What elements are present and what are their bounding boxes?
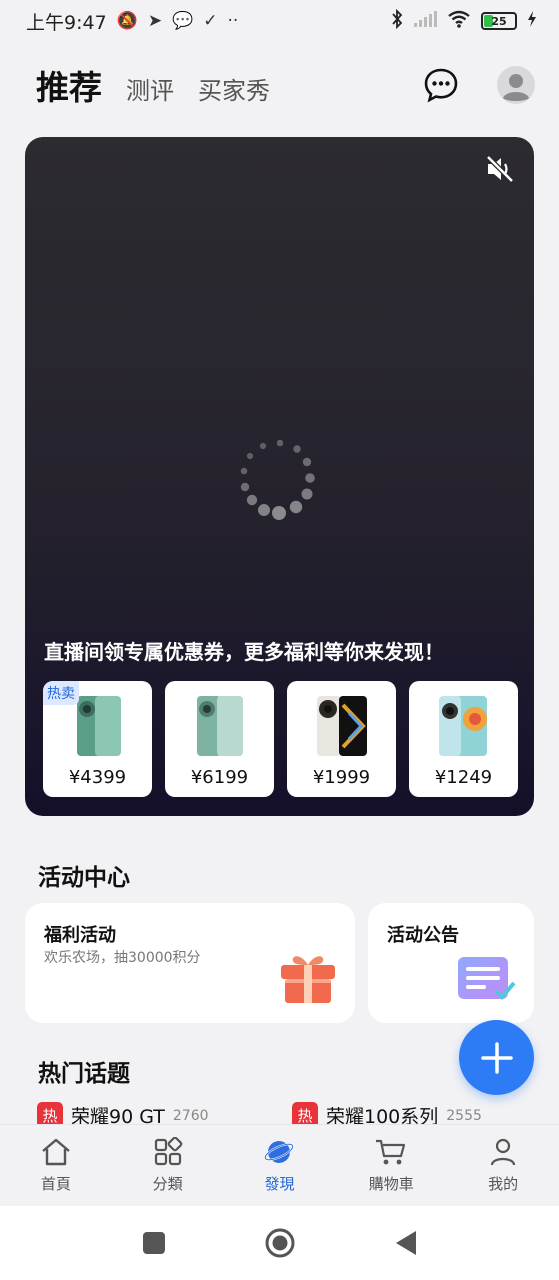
topic-name: 荣耀90 GT	[71, 1106, 165, 1124]
hot-badge: 热	[37, 1102, 63, 1124]
nav-home-label: 首頁	[40, 1175, 71, 1193]
phone-image	[438, 696, 487, 756]
nav-discover-label: 發現	[264, 1175, 295, 1193]
live-promo-text: 直播间领专属优惠券，更多福利等你来发现！	[44, 640, 444, 664]
charging-icon	[527, 10, 537, 32]
plus-icon	[480, 1041, 513, 1074]
wifi-icon	[447, 10, 471, 33]
activity-notice-title: 活动公告	[387, 925, 459, 946]
phone-image	[196, 696, 243, 756]
nav-category[interactable]: 分類	[118, 1125, 218, 1206]
welfare-activity-subtitle: 欢乐农场，抽30000积分	[44, 950, 201, 966]
phone-image	[316, 696, 367, 756]
bell-off-icon: 🔕	[116, 11, 138, 31]
avatar[interactable]	[497, 66, 535, 104]
loading-spinner-icon	[240, 439, 315, 520]
product-card[interactable]: ¥1999	[287, 681, 396, 797]
hot-badge: 热	[292, 1102, 318, 1124]
message-icon[interactable]	[423, 67, 459, 103]
status-time: 上午9:47	[26, 11, 107, 34]
top-header: 推荐 测评 买家秀	[36, 60, 535, 110]
topic-item[interactable]: 热 荣耀90 GT 2760	[37, 1102, 292, 1124]
product-price: ¥1999	[312, 767, 371, 788]
nav-discover[interactable]: 發現	[229, 1125, 329, 1206]
notice-icon	[458, 957, 516, 1000]
signal-icon	[413, 10, 437, 32]
product-price: ¥1249	[434, 767, 493, 788]
battery-icon: 25	[481, 12, 517, 30]
home-icon	[42, 1138, 70, 1166]
live-video-card[interactable]: 直播间领专属优惠券，更多福利等你来发现！ 热卖 ¥4399 ¥6199 ¥199…	[25, 137, 534, 816]
welfare-activity-title: 福利活动	[44, 925, 116, 946]
battery-level: 25	[491, 14, 507, 28]
topic-count: 2760	[172, 1108, 209, 1124]
product-card[interactable]: ¥1249	[409, 681, 518, 797]
nav-profile-label: 我的	[488, 1175, 519, 1193]
nav-profile[interactable]: 我的	[453, 1125, 553, 1206]
discover-icon	[264, 1141, 295, 1163]
status-bar: 上午9:47 🔕 ➤ 💬 ✓ ·· 25	[0, 0, 559, 42]
topic-item[interactable]: 热 荣耀100系列 2555	[292, 1102, 547, 1124]
tab-recommend[interactable]: 推荐	[36, 61, 102, 109]
system-nav-bar	[0, 1206, 559, 1280]
cart-icon	[376, 1139, 406, 1165]
activity-notice-card[interactable]: 活动公告	[368, 903, 534, 1023]
home-button-icon[interactable]	[264, 1227, 296, 1259]
mute-icon[interactable]	[484, 153, 516, 189]
hot-topics-title: 热门话题	[38, 1061, 130, 1087]
nav-cart-label: 購物車	[368, 1175, 414, 1193]
topic-count: 2555	[446, 1108, 482, 1124]
back-icon[interactable]	[394, 1230, 418, 1256]
bottom-nav: 首頁 分類 發現 購物車 我的	[0, 1124, 559, 1206]
check-icon: ✓	[203, 11, 218, 31]
recent-apps-icon[interactable]	[142, 1231, 166, 1255]
gift-icon	[281, 956, 335, 1003]
welfare-activity-card[interactable]: 福利活动 欢乐农场，抽30000积分	[25, 903, 355, 1023]
nav-cart[interactable]: 購物車	[341, 1125, 441, 1206]
topic-name: 荣耀100系列	[326, 1106, 439, 1124]
tab-review[interactable]: 测评	[126, 71, 174, 106]
product-price: ¥4399	[68, 767, 127, 788]
product-price: ¥6199	[190, 767, 249, 788]
hot-sale-tag: 热卖	[43, 681, 79, 705]
product-card[interactable]: 热卖 ¥4399	[43, 681, 152, 797]
profile-icon	[490, 1138, 516, 1166]
chat-bubble-icon: 💬	[172, 11, 194, 31]
nav-home[interactable]: 首頁	[6, 1125, 106, 1206]
nav-category-label: 分類	[152, 1175, 183, 1193]
tab-buyer-show[interactable]: 买家秀	[198, 71, 270, 106]
product-card[interactable]: ¥6199	[165, 681, 274, 797]
bluetooth-icon	[391, 8, 403, 34]
phone-image	[76, 696, 121, 756]
category-icon	[154, 1137, 183, 1166]
hot-topic-list: 热 荣耀90 GT 2760 热 荣耀100系列 2555	[37, 1102, 559, 1124]
add-post-button[interactable]	[459, 1020, 534, 1095]
product-list: 热卖 ¥4399 ¥6199 ¥1999 ¥1249	[43, 681, 518, 797]
telegram-icon: ➤	[147, 11, 163, 31]
activity-center-title: 活动中心	[38, 865, 130, 891]
more-dots: ··	[227, 11, 239, 31]
